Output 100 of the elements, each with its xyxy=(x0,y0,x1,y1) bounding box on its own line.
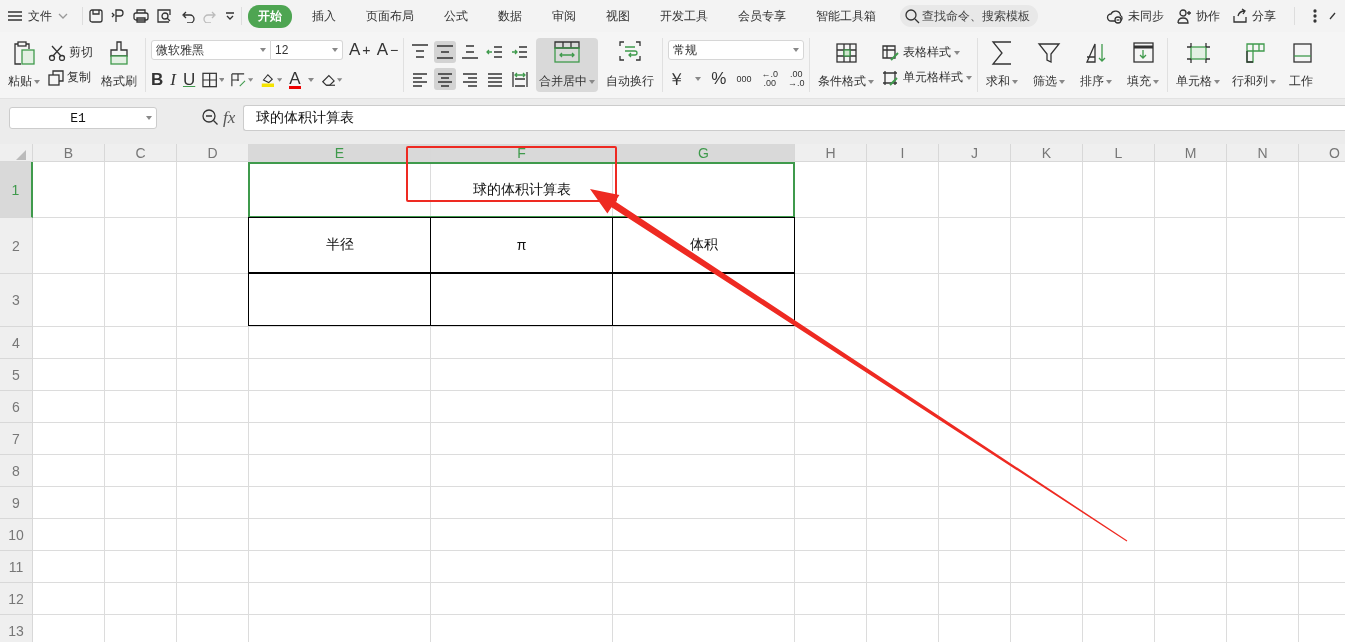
eraser-icon xyxy=(320,72,337,88)
decimal-button[interactable]: .00 →.0 xyxy=(787,70,805,88)
caret-icon xyxy=(248,78,254,82)
column-header[interactable]: I xyxy=(867,144,939,162)
ribbon-button[interactable]: 单元格样式 xyxy=(882,69,973,86)
ribbon-tab[interactable]: 会员专享 xyxy=(728,4,796,28)
ribbon-tab[interactable]: 视图 xyxy=(596,4,640,28)
ribbon-button[interactable]: 筛选 xyxy=(1030,38,1069,92)
ribbon-tab[interactable]: 审阅 xyxy=(542,4,586,28)
clipboard-icon xyxy=(12,40,36,66)
toolbar-button[interactable]: 未同步 xyxy=(1106,7,1164,25)
ribbon-button[interactable]: 行和列 xyxy=(1229,38,1280,92)
row-header[interactable]: 12 xyxy=(0,583,33,615)
thousands-button[interactable]: 000 xyxy=(736,74,752,84)
scissors-icon xyxy=(48,44,66,61)
row-header[interactable]: 5 xyxy=(0,359,33,391)
file-menu[interactable]: 文件 xyxy=(8,7,68,25)
chevron-down-icon xyxy=(225,12,235,20)
ribbon-button[interactable]: 复制 xyxy=(48,69,93,86)
caret-icon xyxy=(695,77,702,81)
column-header[interactable]: B xyxy=(33,144,105,162)
table-cell[interactable]: π xyxy=(430,217,613,273)
italic-button[interactable]: I xyxy=(170,69,176,91)
ribbon-button[interactable]: 格式刷 xyxy=(98,38,140,92)
ribbon-button[interactable]: 排序 xyxy=(1077,38,1116,92)
font-color-button[interactable]: A xyxy=(289,71,301,89)
ribbon-tab[interactable]: 公式 xyxy=(434,4,478,28)
decimal-button[interactable]: ←.0 .00 xyxy=(761,70,778,88)
ribbon-button[interactable]: 工作 xyxy=(1285,38,1318,92)
table-cell[interactable]: 半径 xyxy=(248,217,431,273)
ribbon-tab[interactable]: 智能工具箱 xyxy=(806,4,886,28)
table-cell[interactable] xyxy=(248,273,431,326)
function-label[interactable]: fx xyxy=(223,108,236,128)
redo-icon xyxy=(203,9,217,23)
toolbar-button[interactable]: 分享 xyxy=(1232,7,1276,25)
caret-icon xyxy=(1214,79,1221,84)
row-header[interactable]: 3 xyxy=(0,274,33,327)
column-header[interactable]: J xyxy=(939,144,1011,162)
fill-color-icon xyxy=(260,71,276,89)
row-header[interactable]: 6 xyxy=(0,391,33,423)
copy-icon xyxy=(48,69,64,86)
row-header[interactable]: 8 xyxy=(0,455,33,487)
bold-button[interactable]: B xyxy=(151,69,164,91)
ribbon-button[interactable]: 求和 xyxy=(983,38,1022,92)
ribbon-button[interactable]: 剪切 xyxy=(48,44,93,61)
column-header[interactable]: O xyxy=(1299,144,1345,162)
merge-button[interactable]: 合并居中 xyxy=(536,38,599,92)
search-field[interactable]: 查找命令、搜索模板 xyxy=(900,5,1038,27)
cell-format-icon xyxy=(231,72,247,88)
row-header[interactable]: 4 xyxy=(0,327,33,359)
row-header[interactable]: 7 xyxy=(0,423,33,455)
ribbon-tab[interactable]: 数据 xyxy=(488,4,532,28)
percent-button[interactable]: % xyxy=(711,68,727,90)
ribbon-tab[interactable]: 页面布局 xyxy=(356,4,424,28)
row-header[interactable]: 11 xyxy=(0,551,33,583)
table-cell[interactable]: 体积 xyxy=(612,217,795,273)
save-icon xyxy=(89,9,103,23)
align-button[interactable] xyxy=(434,40,457,63)
toolbar-button[interactable]: 协作 xyxy=(1176,7,1220,25)
caret-icon xyxy=(954,50,961,55)
column-header[interactable]: K xyxy=(1011,144,1083,162)
column-header[interactable]: H xyxy=(795,144,867,162)
table-cell[interactable] xyxy=(430,273,613,326)
align-distribute-icon xyxy=(511,69,530,88)
ribbon-button[interactable]: 填充 xyxy=(1124,38,1163,92)
number-format-select[interactable]: 常规 xyxy=(668,40,805,60)
brush-icon xyxy=(108,40,130,66)
ribbon-tab[interactable]: 插入 xyxy=(302,4,346,28)
align-bottom-icon xyxy=(461,42,480,61)
column-header[interactable]: C xyxy=(105,144,177,162)
ribbon-button[interactable]: 条件格式 xyxy=(815,38,878,92)
underline-button[interactable]: U xyxy=(182,69,196,91)
fill-icon xyxy=(1130,40,1157,66)
currency-button[interactable]: ￥ xyxy=(668,68,686,90)
ribbon-tab[interactable]: 开发工具 xyxy=(650,4,718,28)
column-header[interactable]: L xyxy=(1083,144,1155,162)
cloud-icon xyxy=(1106,8,1124,24)
caret-icon xyxy=(307,78,314,82)
name-box[interactable]: E1 xyxy=(9,107,157,129)
column-header[interactable]: M xyxy=(1155,144,1227,162)
cell-icon xyxy=(1185,40,1212,66)
column-header[interactable]: N xyxy=(1227,144,1299,162)
ribbon-button[interactable]: 表格样式 xyxy=(882,44,973,61)
table-cell[interactable] xyxy=(612,273,795,326)
caret-icon xyxy=(1153,79,1160,84)
row-header[interactable]: 9 xyxy=(0,487,33,519)
ribbon-button[interactable]: 粘贴 xyxy=(5,38,43,92)
caret-icon xyxy=(332,48,338,52)
row-header[interactable]: 10 xyxy=(0,519,33,551)
formula-field[interactable]: 球的体积计算表 xyxy=(243,105,1345,131)
row-header[interactable]: 2 xyxy=(0,218,33,274)
ribbon-button[interactable]: 单元格 xyxy=(1173,38,1224,92)
align-button[interactable] xyxy=(434,67,457,90)
row-header[interactable]: 13 xyxy=(0,615,33,642)
column-header[interactable]: D xyxy=(177,144,249,162)
ribbon-button[interactable]: 自动换行 xyxy=(603,38,658,92)
conditional-format-icon xyxy=(833,40,860,66)
caret-icon xyxy=(146,116,152,120)
font-size-select[interactable]: 12 xyxy=(271,40,343,60)
font-name-select[interactable]: 微软雅黑 xyxy=(151,40,271,60)
